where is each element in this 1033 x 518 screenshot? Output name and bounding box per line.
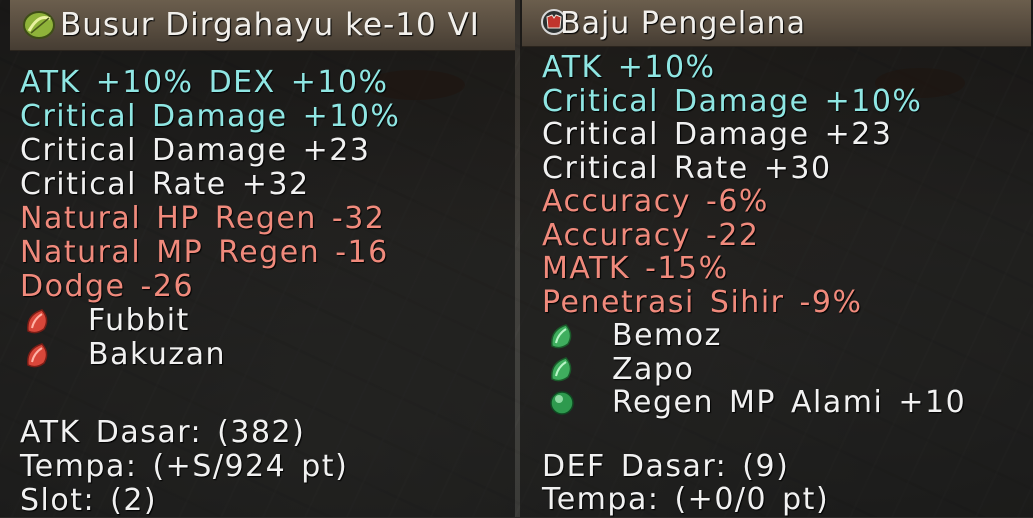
crysta-name: Regen MP Alami +10 [612, 385, 967, 420]
stat-line: ATK +10% [542, 50, 716, 85]
item-title: Baju Pengelana [560, 6, 806, 41]
stat-line: Penetrasi Sihir -9% [542, 284, 863, 320]
crysta-name: Bemoz [612, 318, 722, 353]
item-tooltip-armor: Baju Pengelana ATK +10% Critical Damage … [520, 0, 1033, 517]
red-crysta-icon [27, 309, 48, 334]
tooltip-title-bar: Baju Pengelana [522, 0, 1031, 47]
green-crysta-icon [551, 323, 572, 349]
crysta-slot: Zapo [542, 351, 966, 387]
tooltip-body: ATK +10% DEX +10% Critical Damage +10% C… [20, 66, 400, 518]
stat-line: Critical Damage +23 [20, 133, 371, 168]
crysta-slot: Fubbit [20, 304, 400, 338]
base-stat-line: ATK Dasar: (382) [20, 415, 306, 450]
crysta-slot: Bemoz [542, 319, 966, 353]
crysta-name: Fubbit [88, 303, 190, 338]
stat-line: Natural HP Regen -32 [20, 201, 386, 236]
stat-line: Critical Damage +10% [20, 99, 401, 134]
green-crysta-icon [551, 357, 572, 382]
base-stat-line: DEF Dasar: (9) [542, 448, 790, 484]
base-stat-line: Tempa: (+0/0 pt) [542, 482, 830, 517]
crysta-name: Bakuzan [88, 337, 227, 372]
green-orb-icon [550, 391, 574, 415]
stat-line: ATK +10% DEX +10% [20, 65, 389, 100]
stat-line: Accuracy -6% [542, 184, 769, 219]
stat-line: Critical Rate +32 [20, 167, 310, 202]
tooltip-title-bar: Busur Dirgahayu ke-10 VI [10, 0, 515, 51]
stat-line: Critical Damage +23 [542, 117, 893, 152]
crysta-name: Zapo [612, 351, 695, 387]
crysta-slot: Bakuzan [20, 338, 400, 372]
item-tooltip-weapon: Busur Dirgahayu ke-10 VI ATK +10% DEX +1… [0, 0, 515, 518]
item-title: Busur Dirgahayu ke-10 VI [60, 7, 480, 43]
bow-icon [23, 11, 55, 39]
stat-line: Accuracy -22 [542, 217, 760, 253]
stat-line: Critical Rate +30 [542, 150, 832, 186]
stat-line: Critical Damage +10% [542, 83, 923, 119]
crysta-slot: Regen MP Alami +10 [542, 386, 966, 420]
stat-line: Natural MP Regen -16 [20, 235, 389, 270]
red-crysta-icon [27, 343, 48, 368]
stat-line: MATK -15% [542, 251, 729, 286]
tooltip-body: ATK +10% Critical Damage +10% Critical D… [542, 51, 966, 517]
stat-line: Dodge -26 [20, 269, 195, 304]
base-stat-line: Slot: (2) [20, 483, 158, 518]
base-stat-line: Tempa: (+S/924 pt) [20, 449, 349, 484]
